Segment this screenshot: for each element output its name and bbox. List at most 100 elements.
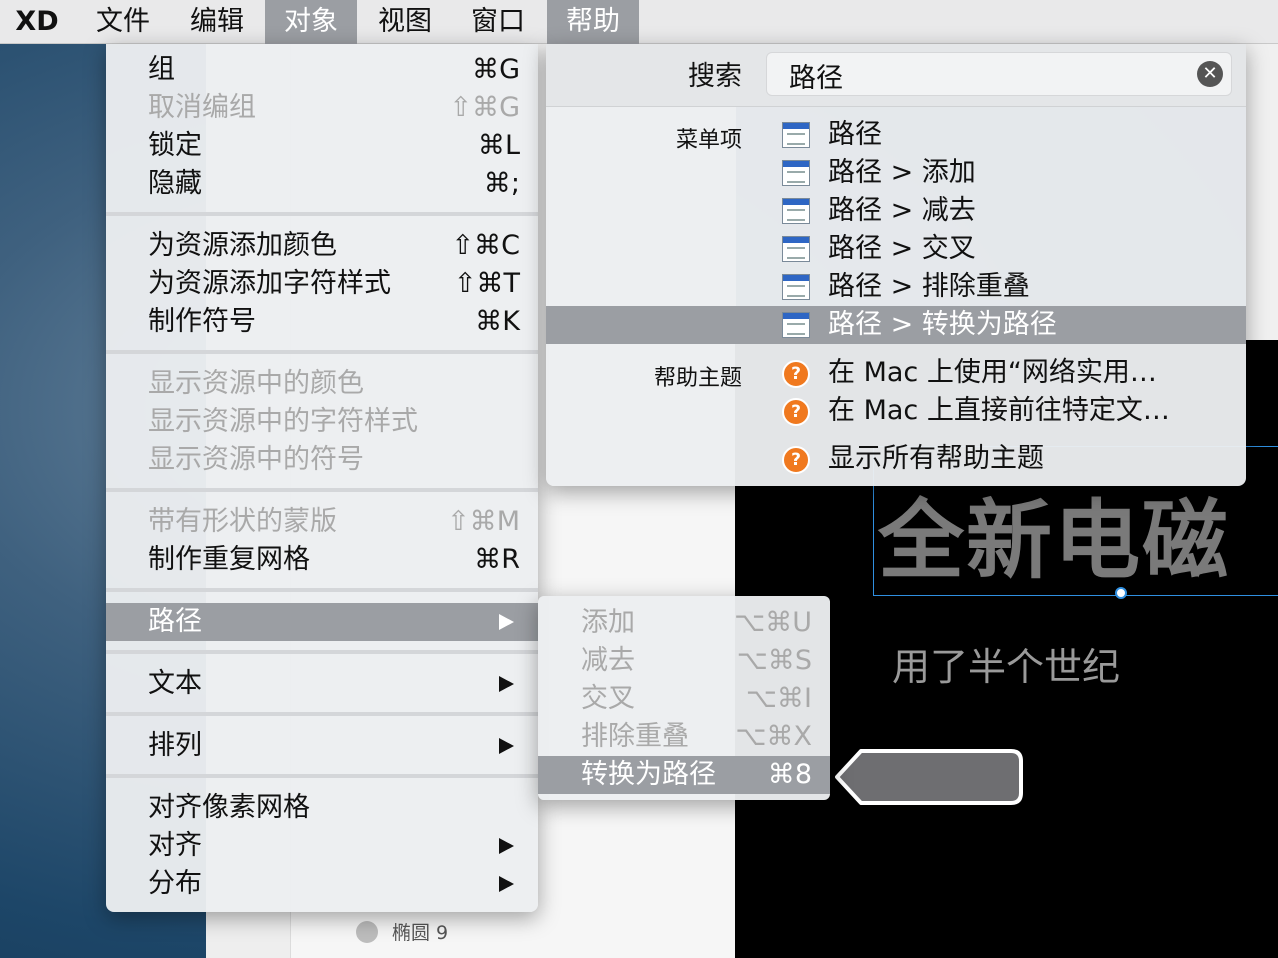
menu-item-shortcut: ⌥⌘X bbox=[735, 721, 812, 752]
ellipse-layer-icon bbox=[356, 920, 378, 943]
menu-item-label: 转换为路径 bbox=[581, 759, 716, 790]
help-menu: 搜索 路径 ✕ 菜单项 路径 路径 > 添加 路径 > 减去 路径 > 交叉 路… bbox=[546, 44, 1246, 486]
object-menu: 组 ⌘G 取消编组 ⇧⌘G 锁定 ⌘L 隐藏 ⌘; 为资源添加颜色 ⇧⌘C 为资… bbox=[106, 44, 538, 912]
menu-item-path[interactable]: 路径 bbox=[106, 603, 538, 641]
menu-item-shortcut: ⌘R bbox=[474, 544, 520, 575]
clear-search-icon[interactable]: ✕ bbox=[1197, 61, 1223, 87]
menu-item-icon bbox=[782, 236, 810, 262]
menu-item-make-symbol[interactable]: 制作符号 ⌘K bbox=[106, 303, 538, 341]
menu-item-add-color-to-assets[interactable]: 为资源添加颜色 ⇧⌘C bbox=[106, 227, 538, 265]
help-result-menu-item[interactable]: 路径 > 排除重叠 bbox=[546, 268, 1246, 306]
menu-item-path-intersect: 交叉 ⌥⌘I bbox=[538, 680, 830, 718]
menu-item-distribute[interactable]: 分布 bbox=[106, 865, 538, 903]
menu-item-icon bbox=[782, 160, 810, 186]
menu-item-shortcut: ⌘8 bbox=[767, 759, 812, 790]
menu-object[interactable]: 对象 bbox=[265, 0, 357, 44]
menu-item-label: 为资源添加字符样式 bbox=[148, 268, 391, 299]
help-result-menu-item[interactable]: 路径 > 交叉 bbox=[546, 230, 1246, 268]
menu-item-hide[interactable]: 隐藏 ⌘; bbox=[106, 165, 538, 203]
help-result-menu-item[interactable]: 路径 > 添加 bbox=[546, 154, 1246, 192]
menu-item-add-char-style-to-assets[interactable]: 为资源添加字符样式 ⇧⌘T bbox=[106, 265, 538, 303]
menu-item-icon bbox=[782, 312, 810, 338]
menu-separator bbox=[106, 350, 538, 354]
menu-item-label: 文本 bbox=[148, 668, 202, 699]
menu-item-path-add: 添加 ⌥⌘U bbox=[538, 604, 830, 642]
menu-edit[interactable]: 编辑 bbox=[172, 0, 262, 44]
callout-arrow-icon bbox=[835, 749, 1023, 805]
help-search-row: 搜索 路径 ✕ bbox=[546, 44, 1246, 107]
menu-item-arrange[interactable]: 排列 bbox=[106, 727, 538, 765]
menu-view[interactable]: 视图 bbox=[360, 0, 450, 44]
menu-separator bbox=[106, 650, 538, 654]
menu-item-label: 排列 bbox=[148, 730, 202, 761]
menu-item-label: 分布 bbox=[148, 868, 202, 899]
menu-file[interactable]: 文件 bbox=[78, 0, 168, 44]
search-input-value: 路径 bbox=[789, 63, 843, 94]
menu-item-shortcut: ⌥⌘I bbox=[745, 683, 812, 714]
menu-item-label: 显示资源中的符号 bbox=[148, 444, 364, 475]
menu-item-pixel-grid[interactable]: 对齐像素网格 bbox=[106, 789, 538, 827]
submenu-arrow-icon bbox=[499, 876, 514, 892]
menu-item-icon bbox=[782, 198, 810, 224]
help-question-icon: ? bbox=[782, 360, 810, 388]
help-result-menu-item[interactable]: 路径 bbox=[546, 116, 1246, 154]
menu-item-label: 取消编组 bbox=[148, 92, 256, 123]
menu-item-label: 排除重叠 bbox=[581, 721, 689, 752]
menu-app-xd[interactable]: XD bbox=[0, 0, 74, 44]
search-label: 搜索 bbox=[688, 61, 742, 92]
menu-item-icon bbox=[782, 274, 810, 300]
menu-item-label: 锁定 bbox=[148, 130, 202, 161]
result-label: 路径 > 减去 bbox=[828, 195, 976, 226]
menu-item-label: 制作重复网格 bbox=[148, 544, 310, 575]
menu-help[interactable]: 帮助 bbox=[547, 0, 639, 44]
menu-window[interactable]: 窗口 bbox=[453, 0, 543, 44]
submenu-arrow-icon bbox=[499, 838, 514, 854]
menu-separator bbox=[106, 488, 538, 492]
menu-item-shortcut: ⌘G bbox=[472, 54, 520, 85]
menu-item-show-symbol-in-assets: 显示资源中的符号 bbox=[106, 441, 538, 479]
menu-item-align[interactable]: 对齐 bbox=[106, 827, 538, 865]
menu-item-label: 带有形状的蒙版 bbox=[148, 506, 337, 537]
menu-item-group[interactable]: 组 ⌘G bbox=[106, 51, 538, 89]
result-label: 显示所有帮助主题 bbox=[828, 443, 1044, 474]
menu-separator bbox=[106, 212, 538, 216]
help-result-show-all-topics[interactable]: ? 显示所有帮助主题 bbox=[546, 440, 1246, 478]
menu-item-shortcut: ⌘L bbox=[477, 130, 520, 161]
help-result-menu-item-selected[interactable]: 路径 > 转换为路径 bbox=[546, 306, 1246, 344]
menu-bar: XD 文件 编辑 对象 视图 窗口 帮助 bbox=[0, 0, 1278, 44]
menu-item-show-color-in-assets: 显示资源中的颜色 bbox=[106, 365, 538, 403]
menu-item-label: 隐藏 bbox=[148, 168, 202, 199]
artboard-subtitle[interactable]: 用了半个世纪 bbox=[892, 636, 1120, 691]
menu-item-path-exclude-overlap: 排除重叠 ⌥⌘X bbox=[538, 718, 830, 756]
help-result-menu-item[interactable]: 路径 > 减去 bbox=[546, 192, 1246, 230]
help-result-topic[interactable]: ? 在 Mac 上直接前往特定文… bbox=[546, 392, 1246, 430]
menu-item-lock[interactable]: 锁定 ⌘L bbox=[106, 127, 538, 165]
menu-item-repeat-grid[interactable]: 制作重复网格 ⌘R bbox=[106, 541, 538, 579]
selection-handle[interactable] bbox=[1115, 587, 1127, 599]
menu-separator bbox=[106, 774, 538, 778]
menu-separator bbox=[106, 588, 538, 592]
submenu-arrow-icon bbox=[499, 676, 514, 692]
help-result-topic[interactable]: ? 在 Mac 上使用“网络实用… bbox=[546, 354, 1246, 392]
menu-item-text[interactable]: 文本 bbox=[106, 665, 538, 703]
menu-item-label: 添加 bbox=[581, 607, 635, 638]
help-search-input[interactable]: 路径 ✕ bbox=[766, 52, 1232, 96]
menu-item-show-char-style-in-assets: 显示资源中的字符样式 bbox=[106, 403, 538, 441]
result-label: 路径 > 转换为路径 bbox=[828, 309, 1057, 340]
menu-item-label: 路径 bbox=[148, 606, 202, 637]
menu-item-shortcut: ⌘; bbox=[483, 168, 520, 199]
result-label: 路径 > 排除重叠 bbox=[828, 271, 1030, 302]
layer-item-ellipse[interactable]: 椭圆 9 bbox=[356, 918, 448, 945]
help-question-icon: ? bbox=[782, 446, 810, 474]
result-label: 在 Mac 上直接前往特定文… bbox=[828, 395, 1170, 426]
menu-item-shortcut: ⇧⌘M bbox=[447, 506, 520, 537]
menu-item-label: 对齐像素网格 bbox=[148, 792, 310, 823]
submenu-arrow-icon bbox=[499, 614, 514, 630]
property-panel bbox=[1246, 44, 1278, 344]
path-submenu: 添加 ⌥⌘U 减去 ⌥⌘S 交叉 ⌥⌘I 排除重叠 ⌥⌘X 转换为路径 ⌘8 bbox=[538, 596, 830, 800]
menu-item-convert-to-path[interactable]: 转换为路径 ⌘8 bbox=[538, 756, 830, 794]
menu-item-label: 为资源添加颜色 bbox=[148, 230, 337, 261]
menu-item-label: 减去 bbox=[581, 645, 635, 676]
menu-item-mask-with-shape: 带有形状的蒙版 ⇧⌘M bbox=[106, 503, 538, 541]
submenu-arrow-icon bbox=[499, 738, 514, 754]
